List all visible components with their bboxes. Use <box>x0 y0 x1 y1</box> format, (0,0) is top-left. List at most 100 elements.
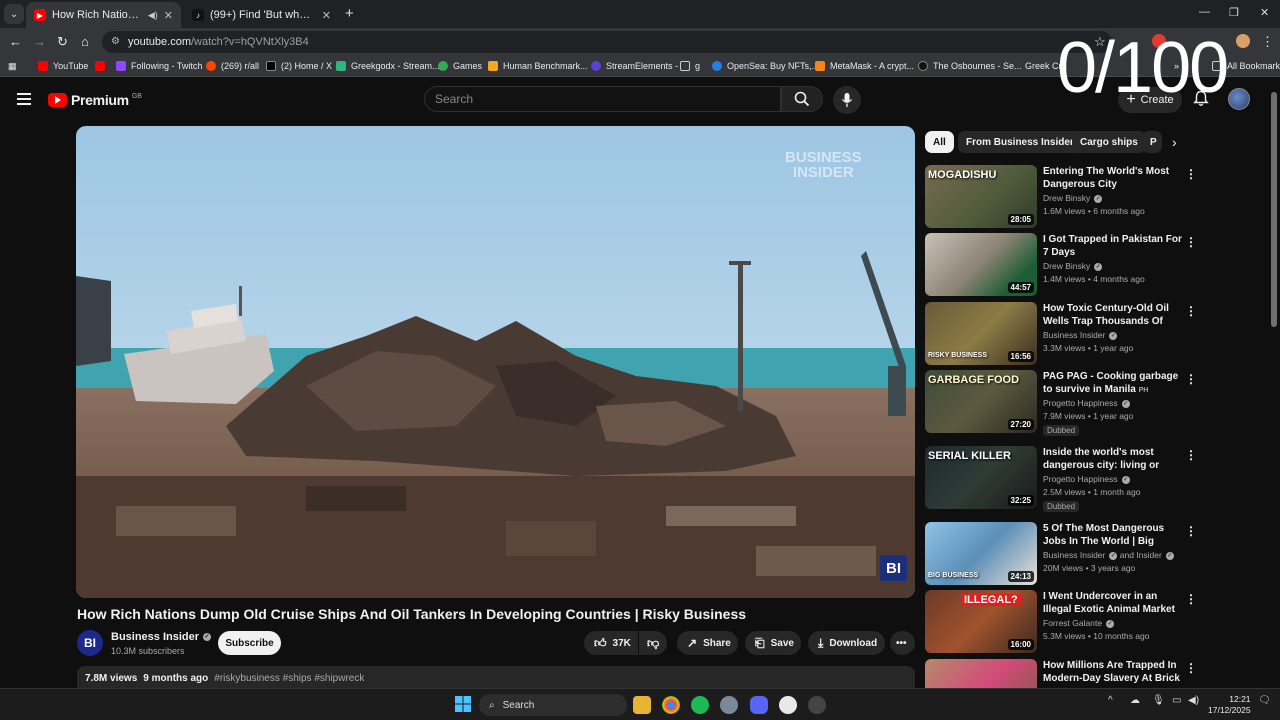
thumbnail[interactable]: BIG BUSINESS 24:13 <box>925 522 1037 585</box>
recommendation-item[interactable]: 44:57 I Got Trapped in Pakistan For 7 Da… <box>925 233 1197 299</box>
bookmark-games[interactable]: Games <box>438 61 482 71</box>
browser-tab-youtube[interactable]: ▶ How Rich Nations Dump Old Cruise Ships… <box>26 2 181 28</box>
rec-channel[interactable]: Progetto Happiness ✓ <box>1043 398 1130 408</box>
tab-search-menu-button[interactable]: ⌄ <box>4 4 24 24</box>
more-vertical-icon[interactable]: ⋮ <box>1185 235 1197 249</box>
recommendation-item[interactable]: RISKY BUSINESS 16:56 How Toxic Century-O… <box>925 302 1197 368</box>
rec-title[interactable]: How Millions Are Trapped In Modern-Day S… <box>1043 659 1183 685</box>
like-button[interactable]: 👍︎ 37K <box>584 631 638 655</box>
browser-tab-tiktok[interactable]: ♪ (99+) Find 'But when iiiiiii' on TikTo… <box>184 2 339 28</box>
chips-next-icon[interactable]: › <box>1172 134 1177 150</box>
bookmark-twitch[interactable]: Following - Twitch <box>116 61 202 71</box>
close-tab-icon[interactable]: ✕ <box>322 9 331 22</box>
youtube-premium-logo[interactable]: Premium GB <box>48 92 142 108</box>
restore-icon[interactable]: ❐ <box>1229 6 1239 19</box>
bookmark-folder-g[interactable]: g <box>680 61 700 71</box>
chip-cargo-ships[interactable]: Cargo ships <box>1072 131 1146 153</box>
more-vertical-icon[interactable]: ⋮ <box>1185 304 1197 318</box>
new-tab-button[interactable]: + <box>345 5 354 22</box>
rec-title[interactable]: PAG PAG - Cooking garbage to survive in … <box>1043 370 1183 396</box>
search-button[interactable] <box>781 86 823 112</box>
more-vertical-icon[interactable]: ⋮ <box>1185 592 1197 606</box>
minimize-icon[interactable]: — <box>1199 6 1210 18</box>
download-button[interactable]: ⤓ Download <box>808 631 885 655</box>
close-tab-icon[interactable]: ✕ <box>164 9 173 22</box>
taskbar-search-input[interactable]: ⌕ Search <box>479 694 627 716</box>
more-vertical-icon[interactable]: ⋮ <box>1185 167 1197 181</box>
recommendation-item[interactable]: BIG BUSINESS 24:13 5 Of The Most Dangero… <box>925 522 1197 588</box>
bookmark-reddit[interactable]: (269) r/all <box>206 61 259 71</box>
account-avatar[interactable] <box>1228 88 1250 110</box>
discord-icon[interactable] <box>750 696 768 714</box>
notification-center-icon[interactable]: 🗨︎ <box>1258 695 1271 706</box>
hamburger-menu-icon[interactable] <box>17 93 31 108</box>
bookmark-youtube-2[interactable] <box>95 61 110 71</box>
bookmark-youtube[interactable]: YouTube <box>38 61 88 71</box>
rec-title[interactable]: 5 Of The Most Dangerous Jobs In The Worl… <box>1043 522 1183 548</box>
bookmark-opensea[interactable]: OpenSea: Buy NFTs,... <box>712 61 819 71</box>
microphone-tray-icon[interactable]: 🎙︎ <box>1152 695 1165 706</box>
save-button[interactable]: ⎗ Save <box>745 631 801 655</box>
bookmark-x[interactable]: (2) Home / X <box>266 61 332 71</box>
tray-overflow-icon[interactable]: ^ <box>1108 695 1113 706</box>
windows-start-icon[interactable] <box>455 696 473 714</box>
file-explorer-icon[interactable] <box>633 696 651 714</box>
system-clock[interactable]: 12:21 17/12/2025 <box>1208 694 1251 716</box>
profile-icon[interactable] <box>1236 34 1250 48</box>
rec-channel[interactable]: Business Insider ✓ <box>1043 330 1118 340</box>
rec-channel[interactable]: Business Insider ✓ and Insider ✓ <box>1043 550 1174 560</box>
rec-title[interactable]: Inside the world's most dangerous city: … <box>1043 446 1183 472</box>
app-icon[interactable] <box>808 696 826 714</box>
reload-icon[interactable]: ↻ <box>57 34 68 50</box>
back-icon[interactable]: ← <box>9 34 22 49</box>
chip-from-business-insider[interactable]: From Business Insider <box>958 131 1082 153</box>
rec-channel[interactable]: Forrest Galante ✓ <box>1043 618 1115 628</box>
more-actions-button[interactable]: ••• <box>890 631 915 655</box>
channel-watermark-badge[interactable]: BI <box>880 555 907 581</box>
rec-channel[interactable]: Drew Binsky ✓ <box>1043 261 1103 271</box>
thumbnail[interactable]: RISKY BUSINESS 16:56 <box>925 302 1037 365</box>
chip-p[interactable]: P <box>1142 131 1162 153</box>
rec-title[interactable]: I Got Trapped in Pakistan For 7 Days <box>1043 233 1183 259</box>
chip-all[interactable]: All <box>925 131 954 153</box>
bookmark-streamelements[interactable]: StreamElements - <box>591 61 678 71</box>
video-player[interactable]: BUSINESS INSIDER BI <box>76 126 915 598</box>
bookmark-human-benchmark[interactable]: Human Benchmark... <box>488 61 588 71</box>
channel-avatar[interactable]: BI <box>77 630 103 656</box>
close-window-icon[interactable]: ✕ <box>1260 6 1269 19</box>
site-info-icon[interactable]: ⚙ <box>111 36 120 47</box>
rec-title[interactable]: How Toxic Century-Old Oil Wells Trap Tho… <box>1043 302 1183 328</box>
onedrive-icon[interactable]: ☁ <box>1130 695 1140 706</box>
channel-name[interactable]: Business Insider ✓ <box>111 631 212 643</box>
more-vertical-icon[interactable]: ⋮ <box>1185 524 1197 538</box>
hashtags[interactable]: #riskybusiness #ships #shipwreck <box>214 673 364 684</box>
apps-grid-icon[interactable]: ▦ <box>8 61 17 72</box>
recommendation-item[interactable]: MOGADISHU 28:05 Entering The World's Mos… <box>925 165 1197 231</box>
settings-gear-icon[interactable] <box>720 696 738 714</box>
url-field[interactable]: ⚙ youtube.com/watch?v=hQVNtXly3B4 <box>102 31 1112 53</box>
subscribe-button[interactable]: Subscribe <box>218 631 281 655</box>
dislike-button[interactable]: 👎︎ <box>639 631 667 655</box>
thumbnail[interactable]: 44:57 <box>925 233 1037 296</box>
rec-title[interactable]: Entering The World's Most Dangerous City <box>1043 165 1183 191</box>
thumbnail[interactable]: SERIAL KILLER 32:25 <box>925 446 1037 509</box>
spotify-icon[interactable] <box>691 696 709 714</box>
more-vertical-icon[interactable]: ⋮ <box>1185 372 1197 386</box>
rec-channel[interactable]: Drew Binsky ✓ <box>1043 193 1103 203</box>
chrome-icon[interactable] <box>662 696 680 714</box>
thumbnail[interactable]: MOGADISHU 28:05 <box>925 165 1037 228</box>
chrome-menu-icon[interactable]: ⋮ <box>1261 34 1274 50</box>
speaker-icon[interactable]: ◀) <box>148 10 158 21</box>
recommendation-item[interactable]: GARBAGE FOOD 27:20 PAG PAG - Cooking gar… <box>925 370 1197 442</box>
recommendation-item[interactable]: How Millions Are Trapped In Modern-Day S… <box>925 659 1195 688</box>
thumbnail[interactable] <box>925 659 1037 688</box>
ccleaner-icon[interactable] <box>779 696 797 714</box>
voice-search-button[interactable] <box>833 86 861 114</box>
more-vertical-icon[interactable]: ⋮ <box>1185 448 1197 462</box>
recommendation-item[interactable]: SERIAL KILLER 32:25 Inside the world's m… <box>925 446 1197 518</box>
home-icon[interactable]: ⌂ <box>81 34 89 49</box>
volume-icon[interactable]: ◀) <box>1188 695 1199 706</box>
share-button[interactable]: ↗ Share <box>677 631 738 655</box>
bookmark-greekgodx[interactable]: Greekgodx - Stream... <box>336 61 440 71</box>
more-vertical-icon[interactable]: ⋮ <box>1185 661 1195 675</box>
